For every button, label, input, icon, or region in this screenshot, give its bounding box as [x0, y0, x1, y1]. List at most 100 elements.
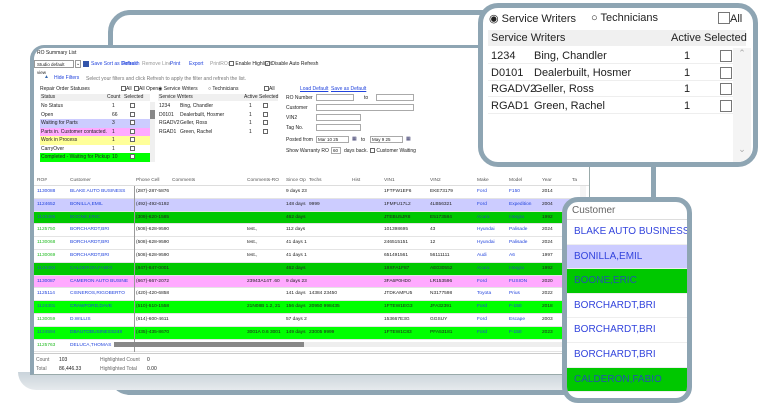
customer-waiting-checkbox[interactable]: Customer Waiting [370, 148, 416, 154]
customer-row[interactable]: BONILLA,EMIL [567, 244, 687, 270]
table-row[interactable]: 1130088 BLAKE AUTO BUSINESS (287)-287-5876… [34, 186, 582, 199]
posted-to-input[interactable]: May 9 25 [370, 136, 403, 143]
table-row[interactable]: 1124652 BONILLA,EMIL (492)-492-6192 148 day… [34, 198, 582, 212]
vin2-input[interactable] [316, 114, 361, 121]
export-button[interactable]: Export [189, 59, 203, 69]
save-default-link[interactable]: Save as Default [331, 86, 366, 92]
table-row[interactable]: 1124301 CRAWFORD,DAVE (510)-510-1558 21N08B… [34, 301, 582, 314]
calendar-icon[interactable]: ▦ [406, 136, 411, 142]
column-header[interactable]: Comments [172, 178, 195, 185]
customer-row[interactable]: BORCHARDT,BRI [567, 342, 687, 368]
writer-checkbox[interactable] [263, 103, 268, 109]
status-checkbox[interactable] [130, 128, 135, 134]
ro-number-to-input[interactable] [376, 94, 414, 101]
status-checkbox[interactable] [130, 145, 135, 151]
writer-row[interactable]: D0101 Dealerbuilt, Hosmer 1 [488, 65, 746, 81]
chevron-down-icon[interactable]: ⌄ [75, 60, 81, 68]
column-header[interactable]: RO# [37, 178, 47, 185]
writer-checkbox[interactable] [720, 50, 732, 62]
column-header[interactable]: Ta [572, 178, 577, 185]
status-row[interactable]: Work in Process 1 [40, 136, 150, 145]
column-header[interactable]: Year [542, 178, 552, 185]
writer-row[interactable]: RGAD1 Green, Rachel 1 [158, 128, 272, 137]
refresh-button[interactable]: Refresh [122, 59, 140, 69]
writers-scrollbar[interactable]: ⌃ ⌄ [733, 48, 751, 162]
collapse-icon[interactable]: ▲ [44, 74, 49, 80]
status-checkbox[interactable] [130, 154, 135, 160]
hide-filters-link[interactable]: Hide Filters [54, 75, 79, 81]
print-button[interactable]: Print [170, 59, 180, 69]
save-icon[interactable] [83, 61, 89, 67]
table-row[interactable]: 1125393 CALDERON,FABIO (847)-847-0001 462 d… [34, 262, 582, 276]
writer-checkbox[interactable] [720, 66, 732, 79]
service-writers-radio[interactable]: ◉ Service Writers [489, 12, 576, 25]
technicians-radio[interactable]: ○ Technicians [208, 86, 238, 92]
column-header[interactable]: Model [509, 178, 522, 185]
writer-checkbox[interactable] [263, 120, 268, 126]
column-header[interactable]: Since Op [286, 178, 306, 185]
print-ros-button[interactable]: PrintROs [210, 59, 230, 69]
cell-vin2: N3177598 [430, 291, 453, 297]
customer-row[interactable]: BOONE,ERIC [567, 269, 687, 294]
posted-from-input[interactable]: Mar 10 25 [316, 136, 349, 143]
column-header[interactable]: Hist [352, 178, 360, 185]
table-row[interactable]: 1130059 D.WILLIS (614)-600-4611 57 days 2 15… [34, 314, 582, 327]
ro-number-from-input[interactable] [316, 94, 354, 101]
technicians-radio[interactable]: ○ Technicians [591, 12, 658, 24]
status-checkbox[interactable] [130, 120, 135, 126]
column-header[interactable]: Customer [70, 178, 91, 185]
status-checkbox[interactable] [130, 137, 135, 143]
status-row[interactable]: Waiting for Parts 3 [40, 119, 150, 128]
status-row[interactable]: CarryOver 1 [40, 144, 150, 153]
customer-row[interactable]: CALDERON,FABIO [567, 367, 687, 393]
customer-row[interactable]: BORCHARDT,BRI [567, 318, 687, 343]
column-header[interactable]: VIN1 [384, 178, 395, 185]
table-row[interactable]: 1125114 CISNEROS,RIGOBERTO (420)-420-6858 1… [34, 288, 582, 302]
column-header[interactable]: Make [477, 178, 489, 185]
status-scrollbar[interactable] [150, 102, 155, 162]
status-row[interactable]: Open 66 [40, 110, 150, 119]
customer-row[interactable]: BLAKE AUTO BUSINESS [567, 220, 687, 245]
col-selected: Selected [124, 94, 144, 100]
service-writers-radio[interactable]: ◉ Service Writers [158, 86, 198, 92]
status-row[interactable]: No Status 1 [40, 102, 150, 111]
status-row[interactable]: Completed - Waiting for Pickup 10 [40, 153, 150, 162]
remove-line-button[interactable]: Remove Line [142, 59, 171, 69]
load-default-link[interactable]: Load Default [300, 86, 328, 92]
column-header[interactable]: Comments-RO [247, 178, 279, 185]
all-checkbox[interactable]: All [121, 86, 132, 92]
writer-row[interactable]: RGAD1 Green, Rachel 1 [488, 98, 746, 114]
writer-row[interactable]: D0101 Dealerbuilt, Hosmer 1 [158, 111, 272, 120]
writer-row[interactable]: 1234 Bing, Chandler 1 [158, 102, 272, 111]
writer-row[interactable]: RGADV2 Geller, Ross 1 [488, 81, 746, 97]
table-row[interactable]: 1125385 BOONE,ERIC (309)-620-1585 462 days J… [34, 211, 582, 225]
customer-row[interactable]: BORCHARDT,BRI [567, 293, 687, 319]
horizontal-scrollbar[interactable] [114, 342, 579, 347]
view-select[interactable]: Studio default view [34, 60, 74, 75]
table-row[interactable]: 1130068 BORCHARDT,BRI (508)-628-9590 test.,… [34, 237, 582, 250]
status-checkbox[interactable] [130, 103, 135, 109]
warranty-days-input[interactable]: 60 [331, 147, 341, 154]
all-checkbox[interactable]: All [718, 12, 742, 25]
table-row[interactable]: 1130087 CAMERON AUTO BUSINE (667)-667-2072… [34, 275, 582, 289]
table-row[interactable]: 1124594 DBAUTOBUSINESS248 (435)-435-8670 30… [34, 326, 582, 340]
writer-row[interactable]: 1234 Bing, Chandler 1 [488, 48, 746, 64]
disable-auto-refresh-checkbox[interactable]: ✓ Disable Auto Refresh [265, 59, 318, 69]
writer-row[interactable]: RGADV2 Geller, Ross 1 [158, 119, 272, 128]
table-row[interactable]: 1130069 BORCHARDT,BRI (508)-628-9590 test.,… [34, 250, 582, 263]
writer-checkbox[interactable] [720, 99, 732, 112]
status-checkbox[interactable] [130, 111, 135, 117]
calendar-icon[interactable]: ▦ [352, 136, 357, 142]
status-row[interactable]: Parts in. Customer contacted. 1 [40, 127, 150, 136]
table-row[interactable]: 1125750 BORCHARDT,BRI (508)-628-9590 test.,… [34, 224, 582, 238]
column-header[interactable]: VIN2 [430, 178, 441, 185]
writer-checkbox[interactable] [263, 111, 268, 117]
column-header[interactable]: Phone Cell [136, 178, 159, 185]
all-open-checkbox[interactable]: All Open [134, 86, 158, 92]
customer-input[interactable] [316, 104, 414, 111]
writer-checkbox[interactable] [263, 128, 268, 134]
writer-checkbox[interactable] [720, 83, 732, 95]
column-header[interactable]: Techs [309, 178, 322, 185]
writers-all-checkbox[interactable]: All [264, 86, 275, 92]
tag-no-input[interactable] [316, 124, 361, 131]
